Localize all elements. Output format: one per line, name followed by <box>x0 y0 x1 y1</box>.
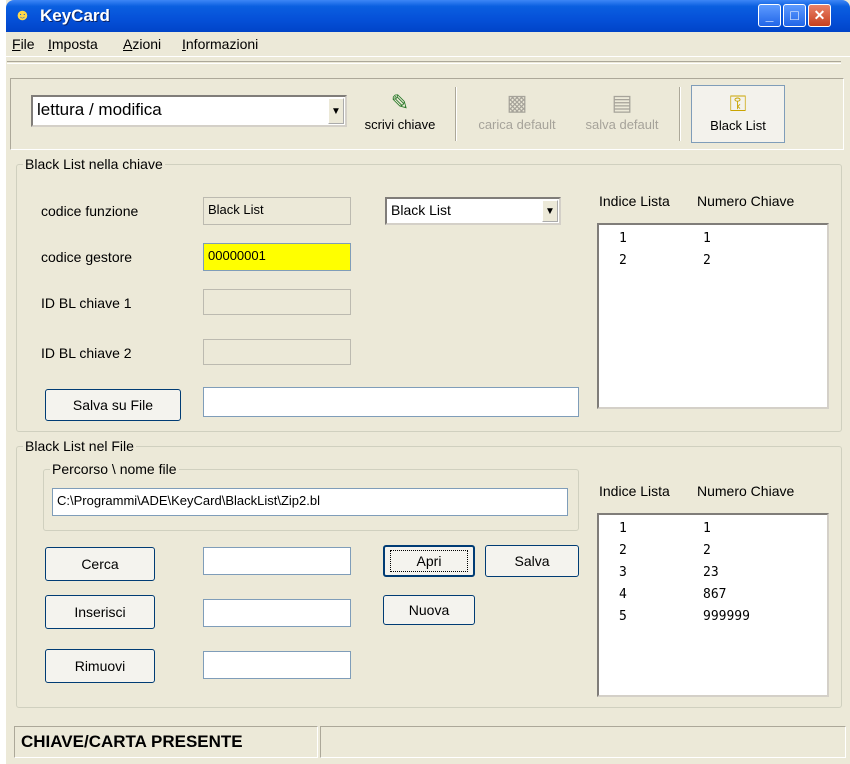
salva-su-file-label: Salva su File <box>72 397 154 413</box>
list-item[interactable]: 1 1 <box>599 231 827 253</box>
codice-gestore-label: codice gestore <box>41 249 133 265</box>
chevron-down-icon[interactable]: ▼ <box>328 98 344 124</box>
id-bl-chiave-1-label: ID BL chiave 1 <box>41 295 132 311</box>
nuova-label: Nuova <box>408 602 450 618</box>
load-icon: ▩ <box>506 90 528 115</box>
list-item[interactable]: 5 999999 <box>599 609 827 631</box>
list-item-number: 867 <box>703 587 727 602</box>
list-item-index: 3 <box>619 565 627 580</box>
codice-funzione-select[interactable]: Black List ▼ <box>385 197 561 225</box>
apri-label: Apri <box>390 550 468 572</box>
list-item-index: 2 <box>619 543 627 558</box>
salva-su-file-input[interactable] <box>203 387 579 417</box>
minimize-button[interactable]: _ <box>758 4 781 27</box>
path-group: Percorso \ nome file C:\Programmi\ADE\Ke… <box>43 461 579 531</box>
list-item-index: 1 <box>619 521 627 536</box>
status-text: CHIAVE/CARTA PRESENTE <box>21 732 243 751</box>
salva-default-button[interactable]: ▤ salva default <box>573 89 671 132</box>
id-bl-chiave-2-label: ID BL chiave 2 <box>41 345 132 361</box>
path-input[interactable]: C:\Programmi\ADE\KeyCard\BlackList\Zip2.… <box>52 488 568 516</box>
list-item-number: 1 <box>703 231 711 246</box>
list-item-number: 2 <box>703 543 711 558</box>
app-icon: ☻ <box>14 7 31 24</box>
toolbar: lettura / modifica ▼ ✎ scrivi chiave ▩ c… <box>7 61 844 150</box>
carica-default-button[interactable]: ▩ carica default <box>463 89 571 132</box>
id-bl-chiave-2-field <box>203 339 351 365</box>
status-pane-main: CHIAVE/CARTA PRESENTE <box>14 726 318 758</box>
black-list-label: Black List <box>710 118 766 133</box>
inserisci-input[interactable] <box>203 599 351 627</box>
key-list-header-number: Numero Chiave <box>697 193 795 209</box>
toolbar-separator <box>679 87 681 141</box>
list-item[interactable]: 4 867 <box>599 587 827 609</box>
nuova-button[interactable]: Nuova <box>383 595 475 625</box>
cerca-button[interactable]: Cerca <box>45 547 155 581</box>
carica-default-label: carica default <box>478 117 556 132</box>
pencil-key-icon: ✎ <box>390 90 410 115</box>
black-list-button[interactable]: ⚿ Black List <box>691 85 785 143</box>
cerca-input[interactable] <box>203 547 351 575</box>
list-item-index: 5 <box>619 609 627 624</box>
list-item-number: 1 <box>703 521 711 536</box>
codice-funzione-label: codice funzione <box>41 203 139 219</box>
status-bar: CHIAVE/CARTA PRESENTE <box>6 722 850 764</box>
maximize-button[interactable]: □ <box>783 4 806 27</box>
path-legend: Percorso \ nome file <box>50 461 179 477</box>
menu-azioni[interactable]: Azioni <box>123 36 161 52</box>
list-item-number: 999999 <box>703 609 750 624</box>
key-blacklist-legend: Black List nella chiave <box>23 156 165 172</box>
title-bar[interactable]: ☻ KeyCard _ □ ✕ <box>6 0 850 32</box>
salva-default-label: salva default <box>585 117 659 132</box>
rimuovi-input[interactable] <box>203 651 351 679</box>
window-title: KeyCard <box>40 6 110 25</box>
menu-file[interactable]: File <box>12 36 35 52</box>
list-item[interactable]: 1 1 <box>599 521 827 543</box>
list-item[interactable]: 3 23 <box>599 565 827 587</box>
menu-imposta[interactable]: Imposta <box>48 36 98 52</box>
list-item[interactable]: 2 2 <box>599 543 827 565</box>
menu-informazioni[interactable]: Informazioni <box>182 36 258 52</box>
scrivi-chiave-button[interactable]: ✎ scrivi chiave <box>349 89 451 132</box>
list-item-number: 23 <box>703 565 719 580</box>
id-bl-chiave-1-field <box>203 289 351 315</box>
rimuovi-label: Rimuovi <box>74 658 126 674</box>
cerca-label: Cerca <box>81 556 119 572</box>
toolbar-separator <box>455 87 457 141</box>
codice-funzione-field: Black List <box>203 197 351 225</box>
mode-select[interactable]: lettura / modifica ▼ <box>31 95 347 127</box>
list-item-index: 2 <box>619 253 627 268</box>
file-blacklist-legend: Black List nel File <box>23 438 136 454</box>
salva-button[interactable]: Salva <box>485 545 579 577</box>
salva-su-file-button[interactable]: Salva su File <box>45 389 181 421</box>
file-blacklist-group: Black List nel File Percorso \ nome file… <box>16 438 842 708</box>
key-blacklist-group: Black List nella chiave codice funzione … <box>16 156 842 432</box>
chevron-down-icon[interactable]: ▼ <box>542 200 558 222</box>
black-list-content: ⚿ Black List <box>692 90 784 133</box>
key-blacklist-listbox[interactable]: 1 1 2 2 <box>597 223 829 409</box>
save-icon: ▤ <box>611 90 633 115</box>
key-icon: ⚿ <box>729 91 747 116</box>
rimuovi-button[interactable]: Rimuovi <box>45 649 155 683</box>
list-item[interactable]: 2 2 <box>599 253 827 275</box>
apri-button[interactable]: Apri <box>383 545 475 577</box>
menu-bar: File Imposta Azioni Informazioni <box>6 32 850 57</box>
toolbar-divider <box>7 61 841 64</box>
inserisci-button[interactable]: Inserisci <box>45 595 155 629</box>
list-item-index: 4 <box>619 587 627 602</box>
list-item-number: 2 <box>703 253 711 268</box>
codice-gestore-field[interactable]: 00000001 <box>203 243 351 271</box>
key-list-header-index: Indice Lista <box>599 193 670 209</box>
salva-label: Salva <box>514 553 550 569</box>
list-item-index: 1 <box>619 231 627 246</box>
file-blacklist-listbox[interactable]: 1 1 2 2 3 23 4 867 5 999999 <box>597 513 829 697</box>
status-pane-secondary <box>320 726 846 758</box>
mode-select-value: lettura / modifica <box>37 100 162 119</box>
codice-funzione-select-value: Black List <box>391 202 451 218</box>
app-window: ☻ KeyCard _ □ ✕ File Imposta Azioni Info… <box>6 0 850 764</box>
close-button[interactable]: ✕ <box>808 4 831 27</box>
scrivi-chiave-label: scrivi chiave <box>364 117 436 132</box>
file-list-header-index: Indice Lista <box>599 483 670 499</box>
file-list-header-number: Numero Chiave <box>697 483 795 499</box>
inserisci-label: Inserisci <box>74 604 126 620</box>
